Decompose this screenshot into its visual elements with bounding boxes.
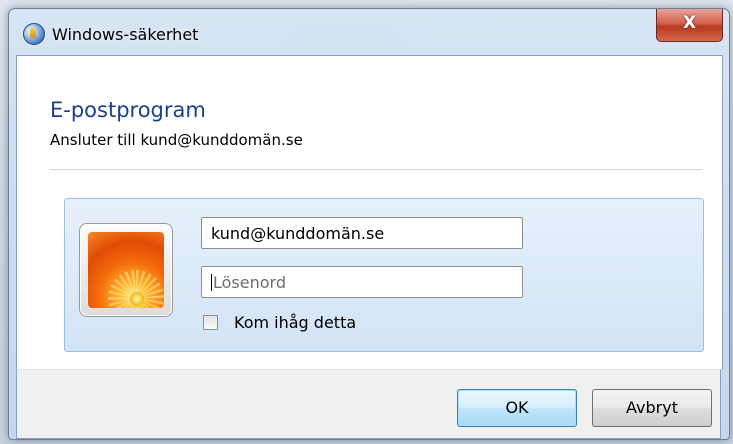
password-field[interactable]: Lösenord [201, 266, 523, 298]
username-field[interactable]: kund@kunddomän.se [201, 217, 523, 249]
divider [50, 169, 702, 170]
dialog-heading: E-postprogram [50, 98, 206, 122]
window-title: Windows-säkerhet [52, 25, 199, 44]
password-placeholder: Lösenord [213, 273, 286, 292]
remember-checkbox[interactable] [203, 315, 218, 330]
cancel-button[interactable]: Avbryt [592, 389, 712, 427]
dialog-content: E-postprogram Ansluter till kund@kunddom… [16, 55, 723, 370]
credential-panel: kund@kunddomän.se Lösenord Kom ihåg dett… [64, 198, 704, 352]
security-dialog: Windows-säkerhet X E-postprogram Anslute… [8, 8, 730, 440]
user-avatar-frame [79, 223, 173, 317]
text-cursor [211, 274, 212, 291]
windows-security-icon [23, 23, 45, 45]
ok-button[interactable]: OK [457, 389, 577, 427]
close-button[interactable]: X [656, 9, 723, 42]
button-bar: OK Avbryt [16, 369, 721, 439]
user-avatar-icon [88, 232, 164, 308]
remember-label[interactable]: Kom ihåg detta [234, 313, 356, 332]
connection-description: Ansluter till kund@kunddomän.se [50, 131, 303, 149]
